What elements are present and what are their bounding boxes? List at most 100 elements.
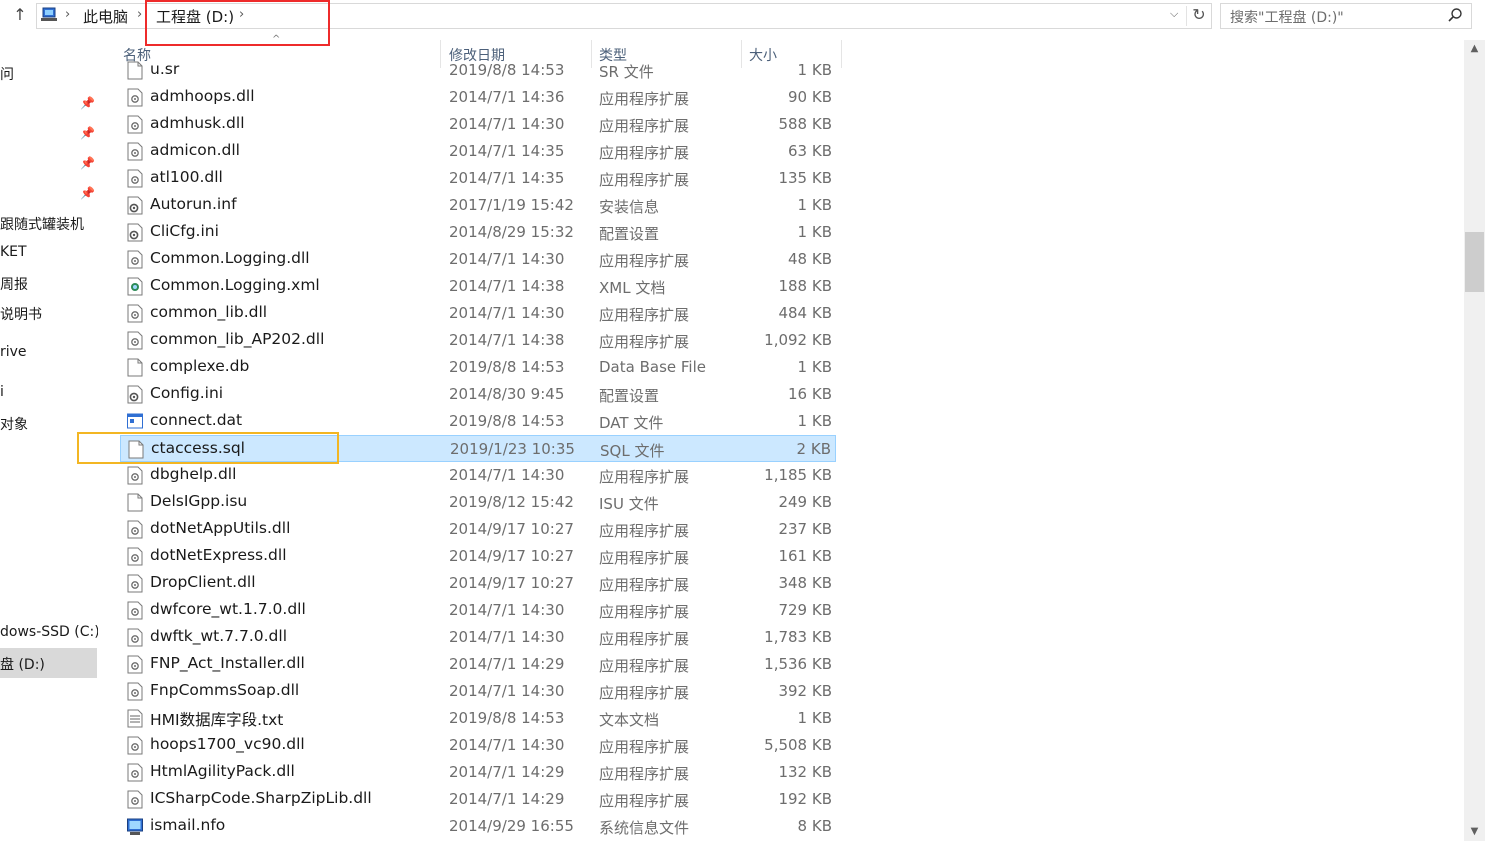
file-row[interactable]: hoops1700_vc90.dll 2014/7/1 14:30 应用程序扩展 5,…	[120, 732, 836, 759]
file-modified-date: 2014/9/29 16:55	[449, 817, 574, 835]
file-row[interactable]: Common.Logging.xml 2014/7/1 14:38 XML 文档 18…	[120, 273, 836, 300]
file-row[interactable]: u.sr 2019/8/8 14:53 SR 文件 1 KB	[120, 58, 836, 84]
file-row[interactable]: Config.ini 2014/8/30 9:45 配置设置 16 KB	[120, 381, 836, 408]
nav-item[interactable]: i	[0, 384, 4, 400]
file-size: 249 KB	[778, 493, 832, 511]
file-name: dotNetAppUtils.dll	[150, 519, 291, 537]
file-size: 588 KB	[778, 115, 832, 133]
file-modified-date: 2014/7/1 14:30	[449, 250, 565, 268]
nav-item-drive-d-selected[interactable]: 盘 (D:)	[0, 648, 97, 678]
file-row[interactable]: complexe.db 2019/8/8 14:53 Data Base File 1…	[120, 354, 836, 381]
nav-item[interactable]: KET	[0, 244, 27, 260]
file-type: 应用程序扩展	[599, 765, 690, 783]
file-row[interactable]: dotNetAppUtils.dll 2014/9/17 10:27 应用程序扩展 2…	[120, 516, 836, 543]
file-row[interactable]: ICSharpCode.SharpZipLib.dll 2014/7/1 14:2…	[120, 786, 836, 813]
search-box[interactable]: 搜索"工程盘 (D:)"	[1220, 3, 1472, 29]
file-modified-date: 2019/8/8 14:53	[449, 61, 565, 79]
file-row[interactable]: Autorun.inf 2017/1/19 15:42 安装信息 1 KB	[120, 192, 836, 219]
breadcrumb-chevron-icon[interactable]: ›	[65, 7, 70, 22]
file-name: hoops1700_vc90.dll	[150, 735, 305, 753]
file-type: 应用程序扩展	[599, 792, 690, 810]
file-row[interactable]: dwfcore_wt.1.7.0.dll 2014/7/1 14:30 应用程序扩展…	[120, 597, 836, 624]
breadcrumb-this-pc[interactable]: 此电脑	[83, 6, 128, 27]
file-size: 48 KB	[788, 250, 832, 268]
breadcrumb-chevron-icon[interactable]: ›	[137, 7, 142, 22]
pin-icon[interactable]: 📌	[80, 186, 95, 200]
file-type: DAT 文件	[599, 414, 664, 432]
file-name: dbghelp.dll	[150, 465, 237, 483]
file-modified-date: 2014/7/1 14:30	[449, 628, 565, 646]
file-name: ismail.nfo	[150, 816, 226, 834]
pin-icon[interactable]: 📌	[80, 96, 95, 110]
dll-file-icon	[127, 655, 143, 674]
address-dropdown-icon[interactable]: ⌵	[1170, 7, 1178, 21]
dll-file-icon	[127, 628, 143, 647]
file-size: 132 KB	[778, 763, 832, 781]
file-row[interactable]: admhoops.dll 2014/7/1 14:36 应用程序扩展 90 KB	[120, 84, 836, 111]
file-row[interactable]: Common.Logging.dll 2014/7/1 14:30 应用程序扩展 48…	[120, 246, 836, 273]
file-row[interactable]: common_lib.dll 2014/7/1 14:30 应用程序扩展 484 KB	[120, 300, 836, 327]
file-size: 192 KB	[778, 790, 832, 808]
file-row[interactable]: DelsIGpp.isu 2019/8/12 15:42 ISU 文件 249 KB	[120, 489, 836, 516]
nav-item-drive-c[interactable]: dows-SSD (C:)	[0, 624, 98, 640]
vertical-scrollbar[interactable]: ▲ ▼	[1464, 40, 1485, 841]
search-icon[interactable]	[1447, 7, 1463, 23]
file-row[interactable]: CliCfg.ini 2014/8/29 15:32 配置设置 1 KB	[120, 219, 836, 246]
dll-file-icon	[127, 115, 143, 134]
file-name: DelsIGpp.isu	[150, 492, 248, 510]
file-size: 392 KB	[778, 682, 832, 700]
scroll-thumb[interactable]	[1465, 232, 1484, 292]
file-row[interactable]: connect.dat 2019/8/8 14:53 DAT 文件 1 KB	[120, 408, 836, 435]
file-size: 729 KB	[778, 601, 832, 619]
file-size: 1,536 KB	[764, 655, 832, 673]
nav-item[interactable]: 对象	[0, 414, 28, 434]
nav-item[interactable]: 周报	[0, 274, 28, 294]
refresh-icon[interactable]: ↻	[1189, 5, 1209, 25]
file-size: 63 KB	[788, 142, 832, 160]
pin-icon[interactable]: 📌	[80, 156, 95, 170]
file-name: admhoops.dll	[150, 87, 255, 105]
file-name: u.sr	[150, 60, 180, 78]
pin-icon[interactable]: 📌	[80, 126, 95, 140]
file-row[interactable]: admhusk.dll 2014/7/1 14:30 应用程序扩展 588 KB	[120, 111, 836, 138]
file-row[interactable]: HtmlAgilityPack.dll 2014/7/1 14:29 应用程序扩展 1…	[120, 759, 836, 786]
file-modified-date: 2014/7/1 14:30	[449, 115, 565, 133]
file-row[interactable]: DropClient.dll 2014/9/17 10:27 应用程序扩展 348 K…	[120, 570, 836, 597]
file-size: 188 KB	[778, 277, 832, 295]
file-icon	[127, 358, 143, 377]
file-type: 应用程序扩展	[599, 90, 690, 108]
file-row[interactable]: ismail.nfo 2014/9/29 16:55 系统信息文件 8 KB	[120, 813, 836, 840]
file-row[interactable]: dwftk_wt.7.7.0.dll 2014/7/1 14:30 应用程序扩展 1,…	[120, 624, 836, 651]
file-modified-date: 2014/7/1 14:36	[449, 88, 565, 106]
nav-item[interactable]: 说明书	[0, 304, 42, 324]
nav-item[interactable]: 问	[0, 64, 14, 84]
up-arrow-icon[interactable]: ↑	[10, 5, 30, 25]
computer-icon	[41, 7, 57, 21]
file-row[interactable]: FnpCommsSoap.dll 2014/7/1 14:30 应用程序扩展 392 …	[120, 678, 836, 705]
settings-file-icon	[127, 223, 143, 242]
file-type: 应用程序扩展	[599, 657, 690, 675]
file-row[interactable]: atl100.dll 2014/7/1 14:35 应用程序扩展 135 KB	[120, 165, 836, 192]
file-icon	[127, 493, 143, 512]
scroll-up-arrow-icon[interactable]: ▲	[1464, 40, 1485, 58]
nav-item[interactable]: rive	[0, 344, 27, 360]
file-size: 1 KB	[797, 223, 832, 241]
dll-file-icon	[127, 466, 143, 485]
nav-item[interactable]: 跟随式罐装机	[0, 214, 84, 234]
file-modified-date: 2014/7/1 14:30	[449, 736, 565, 754]
file-row[interactable]: dbghelp.dll 2014/7/1 14:30 应用程序扩展 1,185 KB	[120, 462, 836, 489]
file-type: XML 文档	[599, 279, 666, 297]
file-modified-date: 2014/7/1 14:29	[449, 790, 565, 808]
file-row[interactable]: admicon.dll 2014/7/1 14:35 应用程序扩展 63 KB	[120, 138, 836, 165]
file-row[interactable]: FNP_Act_Installer.dll 2014/7/1 14:29 应用程序扩…	[120, 651, 836, 678]
system-info-file-icon	[127, 818, 143, 835]
file-name: Config.ini	[150, 384, 224, 402]
scroll-down-arrow-icon[interactable]: ▼	[1464, 823, 1485, 841]
file-row[interactable]: HMI数据库字段.txt 2019/8/8 14:53 文本文档 1 KB	[120, 705, 836, 732]
file-row[interactable]: common_lib_AP202.dll 2014/7/1 14:38 应用程序扩展…	[120, 327, 836, 354]
search-input[interactable]: 搜索"工程盘 (D:)"	[1230, 7, 1344, 27]
file-size: 1 KB	[797, 412, 832, 430]
file-row[interactable]: dotNetExpress.dll 2014/9/17 10:27 应用程序扩展 16…	[120, 543, 836, 570]
highlight-yellow-box	[77, 432, 339, 464]
dll-file-icon	[127, 547, 143, 566]
